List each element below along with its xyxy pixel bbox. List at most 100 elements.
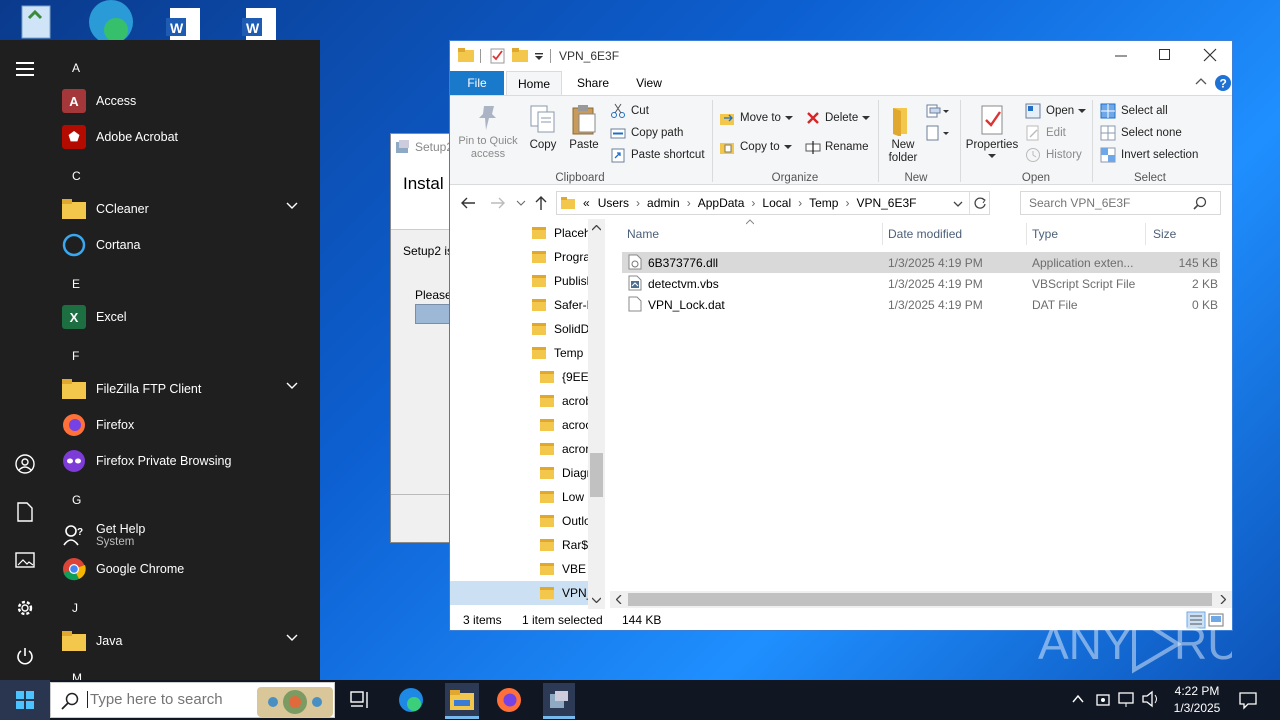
scroll-thumb[interactable]	[590, 453, 603, 497]
column-header-type[interactable]: Type	[1032, 227, 1058, 241]
search-box[interactable]	[1020, 191, 1221, 215]
breadcrumb-vpn-folder[interactable]: VPN_6E3F	[856, 196, 916, 210]
tree-item[interactable]: Placeho	[532, 221, 588, 245]
recent-locations-icon[interactable]	[516, 199, 526, 207]
edit-button[interactable]: Edit	[1025, 124, 1066, 142]
help-icon[interactable]: ?	[1214, 74, 1232, 92]
rename-button[interactable]: Rename	[805, 138, 868, 156]
tree-item[interactable]: Diagn	[540, 461, 588, 485]
cut-button[interactable]: Cut	[610, 102, 649, 120]
start-app-access[interactable]: A Access	[62, 85, 312, 117]
file-explorer-taskbar-icon[interactable]	[445, 683, 479, 717]
breadcrumb-users[interactable]: Users	[598, 196, 629, 210]
breadcrumb-local[interactable]: Local	[762, 196, 791, 210]
paste-shortcut-button[interactable]: Paste shortcut	[610, 146, 705, 164]
select-none-button[interactable]: Select none	[1100, 124, 1182, 142]
chevron-right-icon[interactable]: ›	[845, 196, 849, 210]
recycle-bin-icon[interactable]	[14, 0, 64, 40]
scroll-right-icon[interactable]	[1220, 595, 1226, 604]
tree-item[interactable]: Safer-N	[532, 293, 588, 317]
breadcrumb-admin[interactable]: admin	[647, 196, 680, 210]
settings-gear-icon[interactable]	[10, 593, 40, 623]
start-app-google-chrome[interactable]: Google Chrome	[62, 553, 312, 585]
file-row[interactable]: VPN_Lock.dat 1/3/2025 4:19 PM DAT File 0…	[622, 294, 1220, 315]
move-to-button[interactable]: Move to	[720, 109, 794, 127]
pin-quick-access-button[interactable]: Pin to Quick access	[456, 104, 520, 161]
chevron-right-icon[interactable]: ›	[687, 196, 691, 210]
forward-arrow-icon[interactable]	[490, 196, 506, 210]
start-app-adobe-acrobat[interactable]: ⬟ Adobe Acrobat	[62, 121, 312, 153]
tree-item-selected[interactable]: VPN_	[450, 581, 588, 605]
start-app-firefox-private[interactable]: Firefox Private Browsing	[62, 445, 312, 477]
tree-item[interactable]: Prograi	[532, 245, 588, 269]
delete-button[interactable]: Delete	[805, 109, 871, 127]
tab-file[interactable]: File	[450, 71, 504, 95]
address-dropdown-icon[interactable]	[953, 200, 963, 208]
tree-item[interactable]: Low	[540, 485, 588, 509]
maximize-icon[interactable]	[1158, 48, 1172, 62]
breadcrumb-overflow[interactable]: «	[583, 196, 590, 210]
new-folder-quick-icon[interactable]	[512, 47, 528, 63]
start-app-cortana[interactable]: Cortana	[62, 229, 312, 261]
hamburger-menu-icon[interactable]	[10, 54, 40, 84]
open-button[interactable]: Open	[1025, 102, 1087, 120]
chevron-down-icon[interactable]	[286, 202, 298, 210]
action-center-notification-icon[interactable]	[1238, 690, 1258, 710]
invert-selection-button[interactable]: Invert selection	[1100, 146, 1198, 164]
tree-item[interactable]: {9EE2	[540, 365, 588, 389]
chevron-down-icon[interactable]	[286, 382, 298, 390]
start-app-firefox[interactable]: Firefox	[62, 409, 312, 441]
copy-to-button[interactable]: Copy to	[720, 138, 793, 156]
chevron-right-icon[interactable]: ›	[751, 196, 755, 210]
taskbar-search-input[interactable]	[87, 691, 257, 708]
chevron-right-icon[interactable]: ›	[798, 196, 802, 210]
paste-button[interactable]: Paste	[566, 104, 602, 151]
refresh-icon[interactable]	[973, 196, 987, 210]
file-row[interactable]: detectvm.vbs 1/3/2025 4:19 PM VBScript S…	[622, 273, 1220, 294]
volume-icon[interactable]	[1141, 690, 1161, 708]
taskbar-search-box[interactable]	[50, 682, 335, 718]
address-box[interactable]: « Users › admin › AppData › Local › Temp…	[556, 191, 990, 215]
tab-view[interactable]: View	[622, 71, 676, 95]
customize-toolbar-icon[interactable]	[534, 53, 544, 61]
tab-share[interactable]: Share	[566, 71, 620, 95]
start-app-ccleaner[interactable]: CCleaner	[62, 193, 312, 225]
tree-item[interactable]: acror	[540, 437, 588, 461]
word-icon[interactable]: W	[162, 0, 212, 40]
edge-taskbar-icon[interactable]	[397, 686, 425, 714]
title-bar[interactable]: VPN_6E3F	[450, 41, 1232, 71]
tree-item[interactable]: SolidDo	[532, 317, 588, 341]
system-clock[interactable]: 4:22 PM 1/3/2025	[1166, 683, 1228, 717]
search-icon[interactable]	[1193, 196, 1207, 210]
minimize-icon[interactable]	[1114, 49, 1128, 63]
collapse-ribbon-icon[interactable]	[1195, 77, 1207, 85]
new-folder-button[interactable]: New folder	[882, 104, 924, 165]
explorer-window[interactable]: VPN_6E3F File Home Share View ? Pin to Q…	[449, 40, 1233, 631]
start-app-java[interactable]: Java	[62, 625, 312, 657]
column-header-date[interactable]: Date modified	[888, 227, 962, 241]
network-icon[interactable]	[1117, 690, 1137, 708]
edge-icon[interactable]	[86, 0, 136, 44]
setup-taskbar-icon[interactable]	[543, 683, 575, 717]
breadcrumb-temp[interactable]: Temp	[809, 196, 838, 210]
power-icon[interactable]	[10, 641, 40, 671]
close-icon[interactable]	[1203, 48, 1217, 62]
tab-home[interactable]: Home	[506, 71, 562, 95]
tree-item[interactable]: acrob	[540, 389, 588, 413]
scroll-down-icon[interactable]	[592, 597, 601, 603]
tree-item[interactable]: VBE	[540, 557, 588, 581]
tree-item[interactable]: Outlo	[540, 509, 588, 533]
show-hidden-icons-chevron-icon[interactable]	[1072, 694, 1084, 704]
start-app-get-help[interactable]: ? Get Help System	[62, 517, 312, 553]
easy-access-button[interactable]	[926, 124, 950, 142]
column-header-name[interactable]: Name	[627, 227, 659, 241]
copy-path-button[interactable]: Copy path	[610, 124, 683, 142]
nav-scrollbar[interactable]	[588, 219, 605, 609]
new-item-button[interactable]	[926, 102, 950, 120]
breadcrumb-appdata[interactable]: AppData	[698, 196, 745, 210]
task-view-icon[interactable]	[346, 686, 374, 714]
start-app-excel[interactable]: X Excel	[62, 301, 312, 333]
start-button[interactable]	[0, 680, 50, 720]
firefox-taskbar-icon[interactable]	[495, 686, 523, 714]
copy-button[interactable]: Copy	[524, 104, 562, 151]
